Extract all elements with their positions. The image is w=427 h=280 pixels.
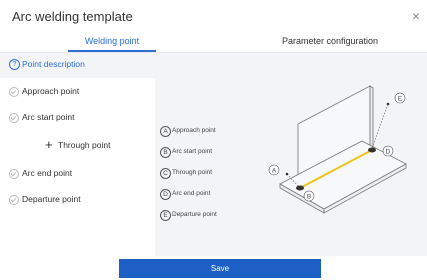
point-label: Arc end point (22, 168, 73, 178)
legend-label: Arc start point (172, 148, 213, 155)
point-label: Departure point (22, 194, 81, 204)
marker-e-label: E (398, 96, 403, 103)
tab-label: Parameter configuration (281, 36, 379, 46)
active-tab-underline (68, 50, 156, 52)
title-bar: Arc welding template × (0, 0, 427, 32)
legend-label: Arc end point (172, 190, 211, 197)
list-item-arc-end-point[interactable]: Arc end point (0, 166, 155, 182)
check-circle-icon (9, 169, 19, 179)
question-circle-icon: ? (9, 59, 20, 70)
dialog-title: Arc welding template (12, 9, 133, 24)
check-circle-icon (9, 195, 19, 205)
point-description-label: Point description (22, 59, 85, 69)
legend-marker: B (160, 147, 171, 158)
marker-b-label: B (307, 194, 311, 201)
point-description-row[interactable]: ? Point description (0, 53, 427, 77)
legend-label: Departure point (172, 211, 217, 218)
arc-end-marker (368, 147, 376, 153)
tab-parameter-configuration[interactable]: Parameter configuration (260, 32, 400, 50)
close-icon[interactable]: × (409, 9, 423, 23)
save-button[interactable]: Save (119, 259, 321, 278)
point-list: Approach point Arc start point + Through… (0, 78, 155, 256)
tab-bar: Welding point Parameter configuration (0, 32, 427, 53)
point-label: Through point (58, 140, 111, 150)
marker-d-label: D (386, 149, 391, 156)
point-label: Approach point (22, 86, 80, 96)
check-circle-icon (9, 113, 19, 123)
tab-label: Welding point (84, 36, 140, 46)
arc-welding-dialog: Arc welding template × Welding point Par… (0, 0, 427, 280)
dialog-footer: Save (0, 256, 427, 280)
legend-marker: E (160, 210, 171, 221)
arc-start-marker (296, 185, 304, 191)
list-item-departure-point[interactable]: Departure point (0, 192, 155, 208)
list-item-arc-start-point[interactable]: Arc start point (0, 110, 155, 126)
check-circle-icon (9, 87, 19, 97)
illustration-area: A Approach point B Arc start point C Thr… (156, 78, 427, 256)
legend-marker: C (160, 168, 171, 179)
legend-label: Through point (172, 169, 213, 176)
weld-joint-diagram: A B D E (268, 85, 407, 214)
marker-a-label: A (272, 168, 277, 175)
list-item-approach-point[interactable]: Approach point (0, 84, 155, 100)
point-label: Arc start point (22, 112, 75, 122)
plus-icon: + (45, 137, 53, 152)
legend-label: Approach point (172, 127, 216, 134)
tab-welding-point[interactable]: Welding point (60, 32, 164, 52)
list-item-through-point[interactable]: + Through point (0, 138, 155, 154)
legend-marker: D (160, 189, 171, 200)
legend-marker: A (160, 126, 171, 137)
